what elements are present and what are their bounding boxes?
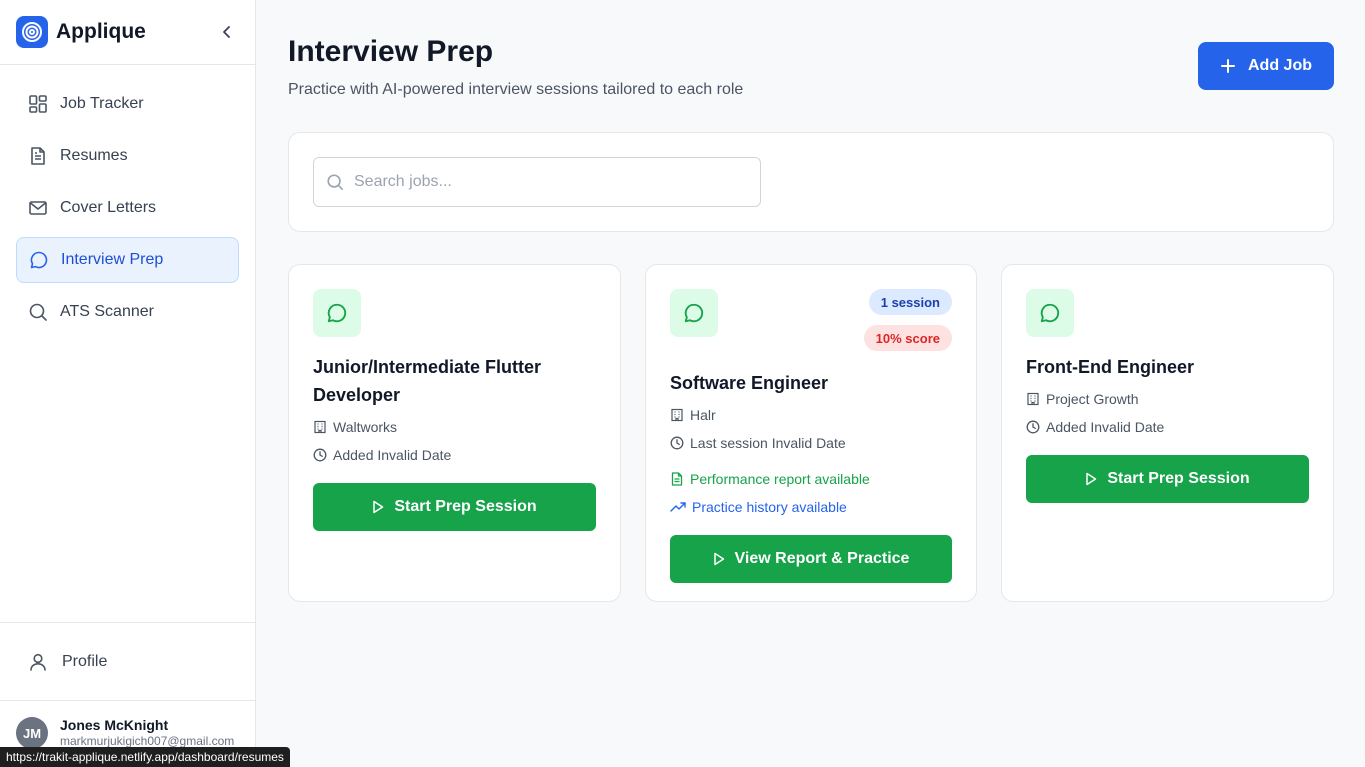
play-icon xyxy=(373,500,384,514)
sidebar-item-label: Resumes xyxy=(60,147,128,164)
date-row: Added Invalid Date xyxy=(1026,417,1309,437)
report-text: Performance report available xyxy=(690,471,870,487)
job-card: Junior/Intermediate Flutter Developer Wa… xyxy=(288,264,621,602)
date-text: Last session Invalid Date xyxy=(690,435,846,451)
company-row: Project Growth xyxy=(1026,389,1309,409)
date-row: Last session Invalid Date xyxy=(670,433,952,453)
link-preview-status: https://trakit-applique.netlify.app/dash… xyxy=(0,747,290,767)
file-text-icon xyxy=(671,472,683,486)
message-circle-icon xyxy=(30,251,48,269)
sidebar-item-label: Interview Prep xyxy=(61,251,164,268)
search-panel xyxy=(288,132,1334,232)
job-card: Front-End Engineer Project Growth Added … xyxy=(1001,264,1334,602)
search-field[interactable] xyxy=(313,157,761,207)
play-icon xyxy=(1086,472,1097,486)
button-label: Start Prep Session xyxy=(1107,470,1250,487)
message-circle-icon xyxy=(1026,289,1074,337)
sidebar-item-ats-scanner[interactable]: ATS Scanner xyxy=(16,289,239,335)
job-title: Front-End Engineer xyxy=(1026,357,1194,377)
report-row: Performance report available xyxy=(670,469,952,489)
company-row: Halr xyxy=(670,405,952,425)
sidebar-item-label: Job Tracker xyxy=(60,95,144,112)
history-row: Practice history available xyxy=(670,497,952,517)
message-circle-icon xyxy=(313,289,361,337)
score-badge: 10% score xyxy=(863,325,952,351)
start-prep-session-button[interactable]: Start Prep Session xyxy=(1026,455,1309,503)
sidebar-nav: Job Tracker Resumes Cover Letters Interv… xyxy=(0,65,255,357)
message-circle-icon xyxy=(670,289,718,337)
company-name: Halr xyxy=(690,407,716,423)
sidebar: Applique Job Tracker Resumes Cover Lette… xyxy=(0,0,256,767)
sidebar-item-label: Cover Letters xyxy=(60,199,157,216)
file-text-icon xyxy=(31,147,45,165)
brand-header: Applique xyxy=(0,0,255,65)
job-card: 1 session 10% score Software Engineer Ha… xyxy=(645,264,977,602)
user-info: Jones McKnight markmurjukigich007@gmail.… xyxy=(60,717,234,748)
clock-icon xyxy=(313,448,327,462)
trending-up-icon xyxy=(670,502,686,512)
user-name: Jones McKnight xyxy=(60,717,169,734)
button-label: View Report & Practice xyxy=(734,550,910,567)
sidebar-item-cover-letters[interactable]: Cover Letters xyxy=(16,185,239,231)
company-name: Project Growth xyxy=(1046,391,1139,407)
target-logo-icon[interactable] xyxy=(16,16,48,48)
search-icon xyxy=(327,174,344,191)
sidebar-item-label: Profile xyxy=(62,652,108,670)
job-title: Junior/Intermediate Flutter Developer xyxy=(313,357,542,405)
main-content: Interview Prep Practice with AI-powered … xyxy=(256,0,1365,767)
app-name: Applique xyxy=(56,20,146,43)
collapse-sidebar-button[interactable] xyxy=(215,20,239,44)
clock-icon xyxy=(1026,420,1040,434)
avatar: JM xyxy=(16,717,48,749)
sessions-badge: 1 session xyxy=(868,289,952,315)
building-icon xyxy=(671,408,683,422)
user-icon xyxy=(30,653,46,671)
page-title: Interview Prep xyxy=(288,35,494,68)
start-prep-session-button[interactable]: Start Prep Session xyxy=(313,483,596,531)
company-row: Waltworks xyxy=(313,417,596,437)
job-title: Software Engineer xyxy=(670,373,829,393)
search-input[interactable] xyxy=(354,173,734,191)
sidebar-item-profile[interactable]: Profile xyxy=(0,623,255,701)
add-job-button[interactable]: Add Job xyxy=(1198,42,1334,90)
sidebar-item-interview-prep[interactable]: Interview Prep xyxy=(16,237,239,283)
dashboard-grid-icon xyxy=(29,95,47,113)
building-icon xyxy=(314,420,326,434)
plus-icon xyxy=(1221,59,1235,73)
mail-icon xyxy=(29,201,47,215)
add-job-label: Add Job xyxy=(1248,57,1312,74)
chevron-left-icon xyxy=(223,26,230,38)
sidebar-item-job-tracker[interactable]: Job Tracker xyxy=(16,81,239,127)
date-row: Added Invalid Date xyxy=(313,445,596,465)
clock-icon xyxy=(670,436,684,450)
sidebar-footer: Profile JM Jones McKnight markmurjukigic… xyxy=(0,622,255,765)
date-text: Added Invalid Date xyxy=(1046,419,1165,435)
view-report-practice-button[interactable]: View Report & Practice xyxy=(670,535,952,583)
sidebar-item-label: ATS Scanner xyxy=(60,303,154,320)
search-icon xyxy=(29,303,47,321)
button-label: Start Prep Session xyxy=(394,498,537,515)
history-text: Practice history available xyxy=(692,499,847,515)
company-name: Waltworks xyxy=(333,419,398,435)
page-subtitle: Practice with AI-powered interview sessi… xyxy=(288,81,744,98)
building-icon xyxy=(1027,392,1039,406)
play-icon xyxy=(713,552,724,566)
date-text: Added Invalid Date xyxy=(333,447,452,463)
sidebar-item-resumes[interactable]: Resumes xyxy=(16,133,239,179)
session-badges: 1 session 10% score xyxy=(863,289,952,351)
